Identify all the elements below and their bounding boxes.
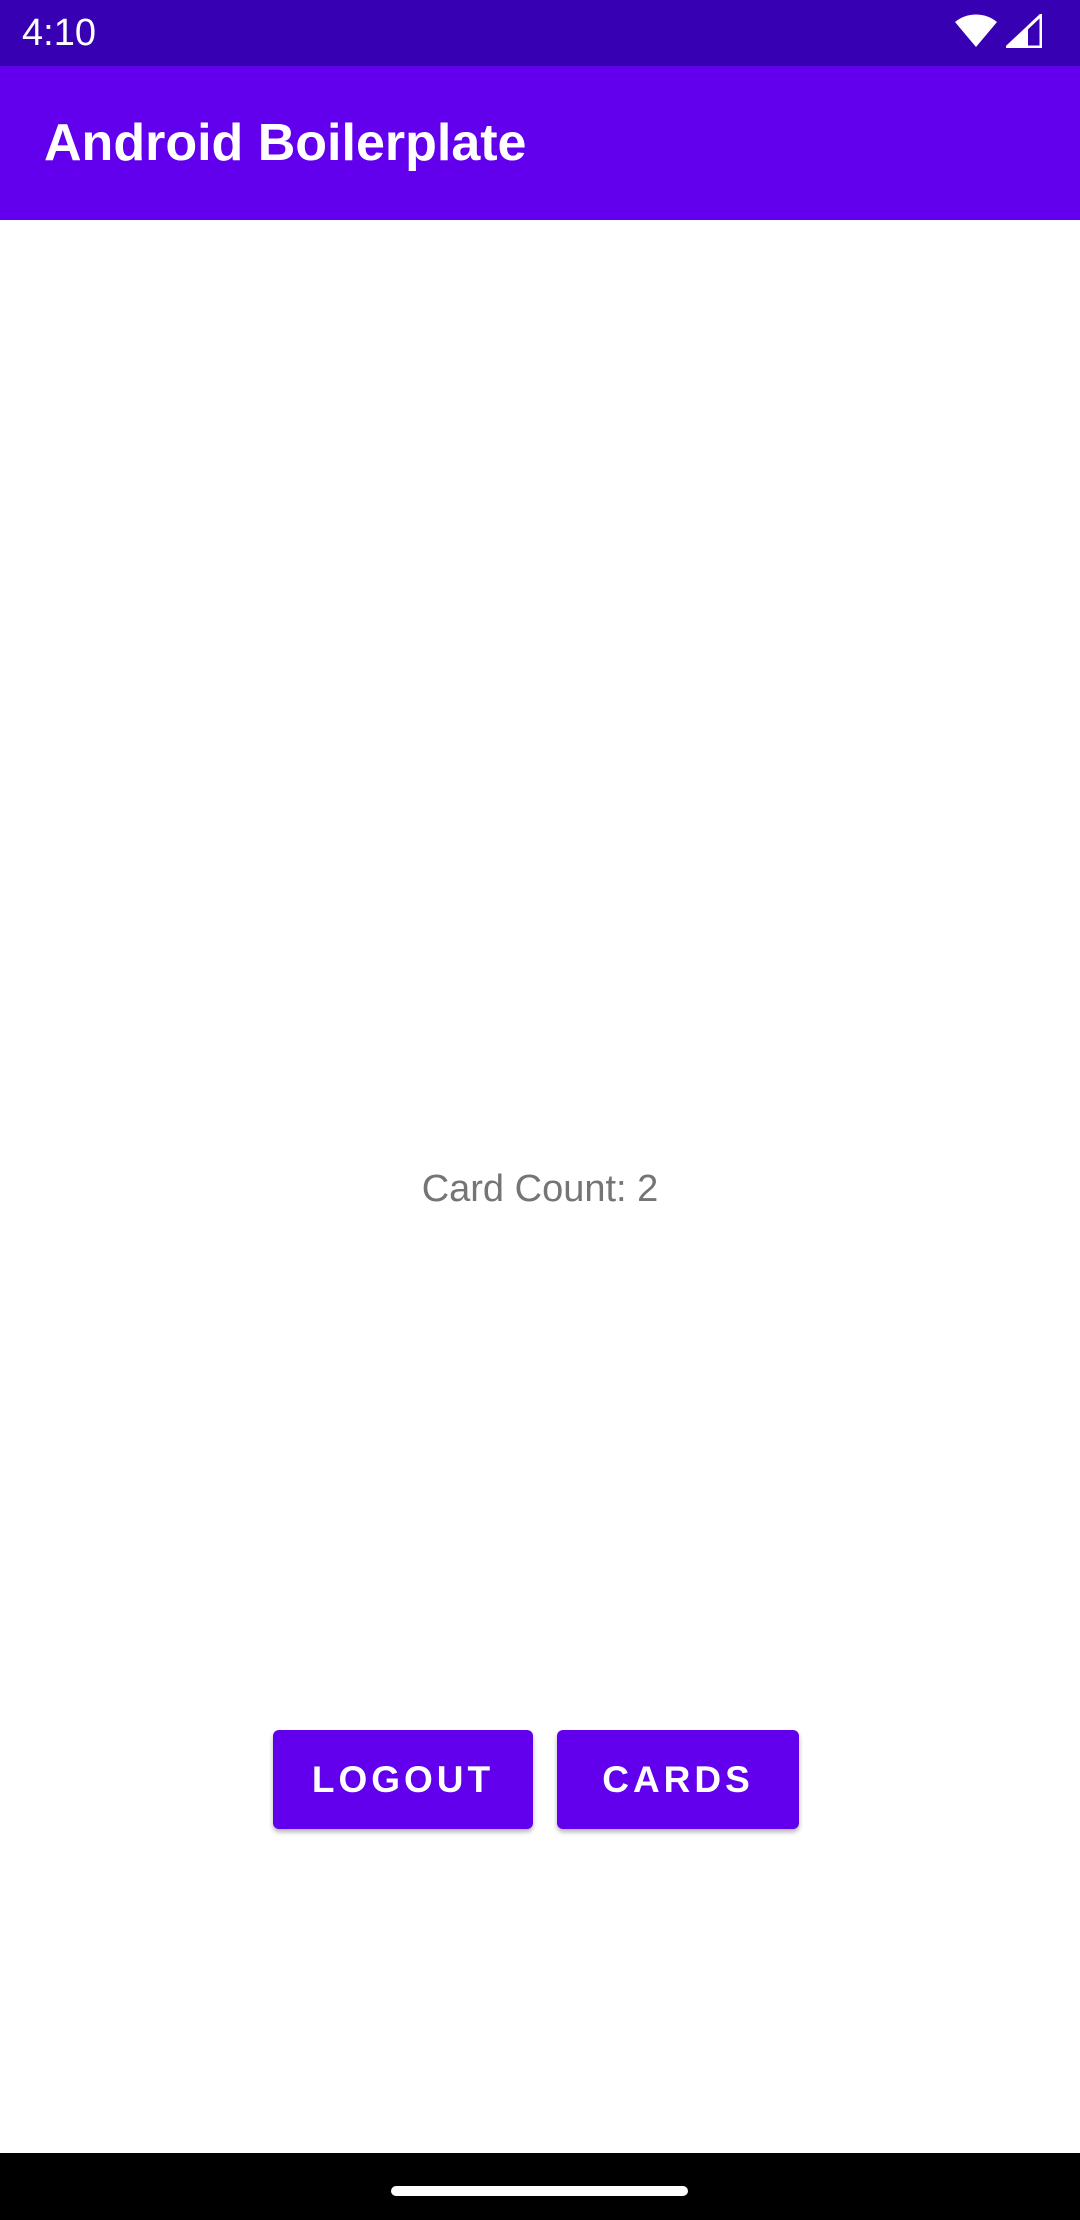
navigation-bar (0, 2153, 1080, 2220)
cards-button[interactable]: CARDS (557, 1730, 799, 1829)
app-bar: Android Boilerplate (0, 66, 1080, 220)
wifi-icon (954, 14, 998, 53)
main-content: Card Count: 2 (0, 220, 1080, 2153)
app-title: Android Boilerplate (44, 114, 527, 172)
app-screen: 4:10 Android Boilerplate Card Count: 2 L… (0, 0, 1080, 2220)
logout-button[interactable]: LOGOUT (273, 1730, 533, 1829)
card-count-label: Card Count: 2 (421, 1168, 659, 1210)
status-time: 4:10 (22, 12, 96, 54)
status-icons (954, 11, 1043, 53)
cellular-signal-icon (1003, 11, 1043, 53)
home-gesture-handle[interactable] (391, 2186, 688, 2196)
status-bar: 4:10 (0, 0, 1080, 66)
